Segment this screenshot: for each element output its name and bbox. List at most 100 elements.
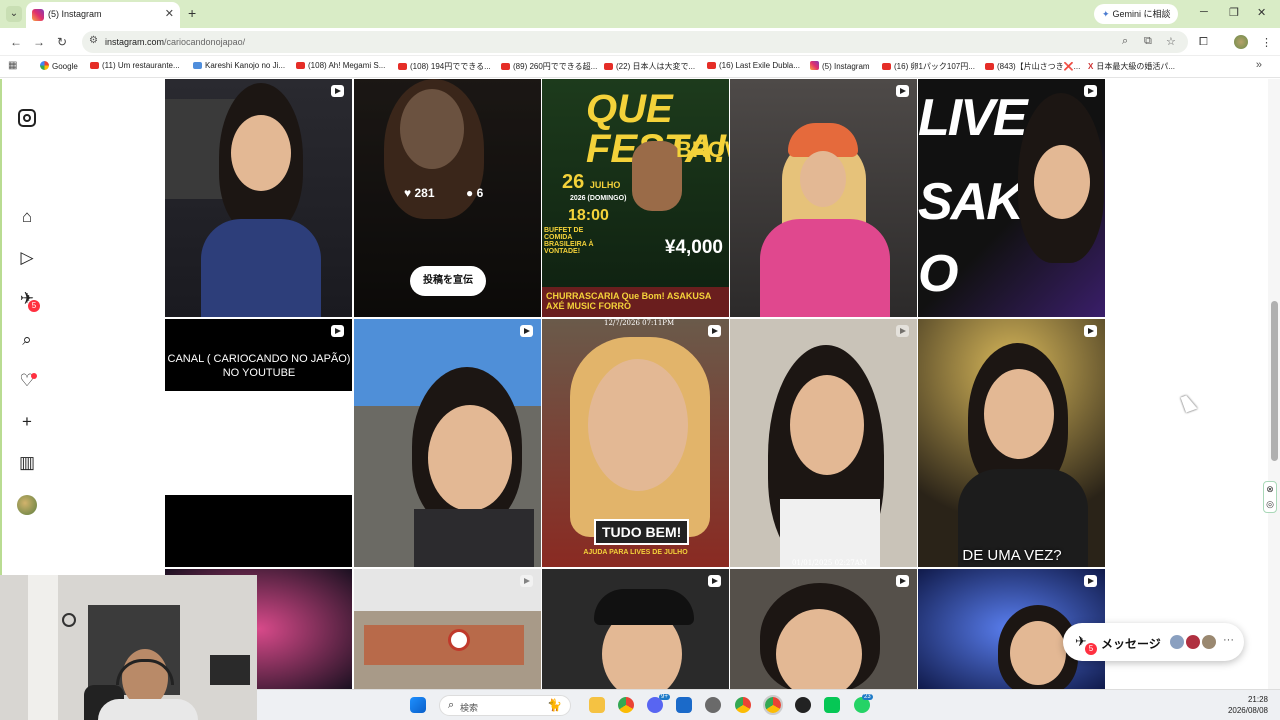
profile-avatar[interactable] [1234,35,1248,49]
contact-avatar [1201,634,1217,650]
extensions-icon[interactable]: ⧠ [1199,36,1208,49]
singer-image [632,141,682,211]
close-icon[interactable]: ⊗ [1264,482,1276,497]
instagram-logo-icon[interactable] [18,109,36,127]
scrollbar-thumb[interactable] [1271,301,1278,461]
create-plus-icon[interactable]: + [17,412,37,432]
apps-grid-icon[interactable]: ▦ [8,60,17,71]
reels-icon[interactable]: ▷ [17,248,37,268]
url-text[interactable]: instagram.com/cariocandonojapao/ [105,37,245,47]
live-text: SAKI [918,173,1036,231]
bookmark-item[interactable]: (16) 卵1パック107円... [882,61,975,72]
side-tools[interactable]: ⊗ ◎ [1263,481,1277,513]
bookmark-item[interactable]: (16) Last Exile Dubla... [707,61,800,70]
festa-buffet: BUFFET DE COMIDA BRASILEIRA À VONTADE! [544,227,594,255]
bookmark-star-icon[interactable]: ☆ [1166,35,1176,48]
post-thumbnail-hovered[interactable]: ♥ 281 ● 6 投稿を宣伝 [354,79,541,317]
messages-pill-badge: 5 [1085,643,1097,655]
extension-icon[interactable]: ◎ [1264,497,1276,512]
bookmark-item[interactable]: (108) 194円でできる... [398,61,491,72]
menu-kebab-icon[interactable]: ⋮ [1261,36,1272,49]
search-highlight-icon: 🐈 [547,698,562,712]
person-face [428,405,512,511]
clock[interactable]: 21:28 2026/08/08 [1228,694,1268,716]
youtube-icon [501,63,510,70]
chrome-active-icon[interactable] [763,695,783,715]
bookmark-item[interactable]: (89) 260円でできる超... [501,61,597,72]
post-thumbnail[interactable] [542,569,729,689]
home-icon[interactable]: ⌂ [17,207,37,227]
bookmark-item[interactable]: X 日本最大級の婚活パ... [1088,61,1175,72]
bookmark-item[interactable]: (843)【片山さつき❌... [985,61,1080,72]
search-icon[interactable]: ⌕ [17,330,37,350]
file-explorer-icon[interactable] [589,697,605,713]
canal-text: CANAL ( CARIOCANDO NO JAPÃO) NO YOUTUBE [165,319,352,391]
post-thumbnail[interactable] [165,79,352,317]
taskbar-search[interactable]: ⌕ 検索 🐈 [439,695,571,716]
tab-search-dropdown[interactable]: ⌄ [6,6,22,22]
post-thumbnail[interactable] [354,569,541,689]
bookmark-item[interactable]: Kareshi Kanojo no Ji... [193,61,285,70]
post-thumbnail[interactable]: CANAL ( CARIOCANDO NO JAPÃO) NO YOUTUBE [165,319,352,567]
bookmark-item[interactable]: (11) Um restaurante... [90,61,180,70]
promote-post-button[interactable]: 投稿を宣伝 [410,266,486,296]
photos-icon[interactable] [676,697,692,713]
profile-avatar[interactable] [17,495,37,515]
de-uma-vez-caption: DE UMA VEZ? [962,547,1062,564]
live-text: O [918,245,958,303]
omnibox[interactable]: ⚙ instagram.com/cariocandonojapao/ ⌕ ⧉ ☆ [82,31,1188,53]
install-app-icon[interactable]: ⧉ [1144,35,1152,48]
post-thumbnail[interactable] [354,319,541,567]
tab-title: (5) Instagram [48,9,102,19]
post-thumbnail[interactable] [730,79,917,317]
festa-time: 18:00 [568,207,609,224]
new-tab-button[interactable]: + [188,5,196,21]
address-toolbar: ← → ↻ ⚙ instagram.com/cariocandonojapao/… [0,28,1280,56]
post-thumbnail[interactable]: QUE FESTA! BROWN 26 JULHO 2026 (DOMINGO)… [542,79,729,317]
video-icon [896,575,909,587]
maximize-button[interactable]: ❐ [1229,6,1239,19]
youtube-icon [604,63,613,70]
post-thumbnail[interactable]: 01/01/2025 02:27AM [730,319,917,567]
mouse-cursor-icon [1180,393,1198,413]
tab-instagram[interactable]: (5) Instagram ✕ [26,2,180,28]
post-thumbnail[interactable]: DE UMA VEZ? [918,319,1105,567]
bookmark-label: (5) Instagram [822,62,870,71]
gemini-button[interactable]: ✦ Gemini に相談 [1094,4,1178,24]
wall-clock-icon [62,613,76,627]
notification-dot [31,373,37,379]
festa-tags: CHURRASCARIA Que Bom! ASAKUSA AXÉ MUSIC … [542,287,729,317]
windows-start-icon[interactable] [410,697,426,713]
video-icon [896,325,909,337]
tab-close-icon[interactable]: ✕ [165,7,174,20]
obs-icon[interactable] [795,697,811,713]
page-scrollbar[interactable] [1268,79,1280,689]
person-face [776,609,862,689]
line-icon[interactable] [824,697,840,713]
bookmark-item[interactable]: (108) Ah! Megami S... [296,61,385,70]
bookmark-label: (22) 日本人は大変で... [616,62,696,71]
post-thumbnail[interactable]: LIVE SAKI O [918,79,1105,317]
insights-chart-icon[interactable]: ▥ [17,453,37,473]
bookmark-item[interactable]: (22) 日本人は大変で... [604,61,695,72]
close-window-button[interactable]: ✕ [1257,6,1266,19]
minimize-button[interactable]: ─ [1200,6,1208,18]
contact-avatar [1185,634,1201,650]
youtube-icon [296,62,305,69]
reload-icon[interactable]: ↻ [57,35,67,49]
bookmark-item[interactable]: (5) Instagram [810,61,870,71]
chrome-profile-icon[interactable] [735,697,751,713]
messages-pill-button[interactable]: ✈ 5 メッセージ ··· [1063,623,1244,661]
more-bookmarks-icon[interactable]: » [1256,59,1262,71]
post-thumbnail[interactable] [730,569,917,689]
bookmark-item[interactable]: Google [40,61,78,71]
settings-icon[interactable] [705,697,721,713]
bookmark-label: (16) Last Exile Dubla... [719,61,800,70]
forward-arrow-icon[interactable]: → [33,35,45,49]
post-thumbnail[interactable]: 12/7/2026 07:11PM TUDO BEM! AJUDA PARA L… [542,319,729,567]
back-arrow-icon[interactable]: ← [10,35,22,49]
zoom-icon[interactable]: ⌕ [1122,35,1128,48]
site-info-icon[interactable]: ⚙ [89,35,98,46]
festa-day: 26 [562,171,585,193]
chrome-icon[interactable] [618,697,634,713]
